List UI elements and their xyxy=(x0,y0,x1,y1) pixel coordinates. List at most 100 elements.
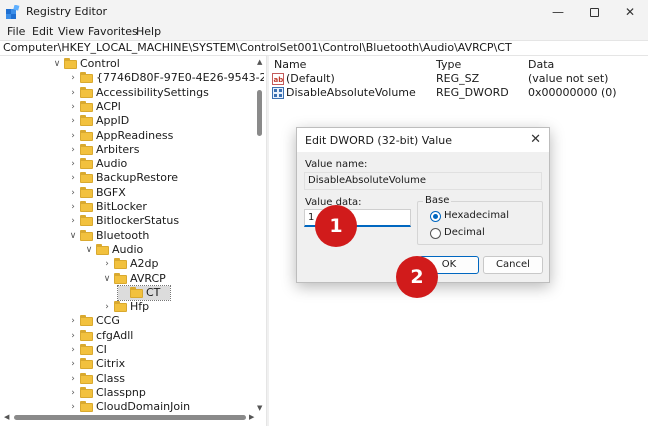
chevron-right-icon[interactable]: › xyxy=(68,200,78,214)
decimal-radio[interactable] xyxy=(430,228,441,239)
menu-view[interactable]: View xyxy=(58,25,84,38)
step-2-callout: 2 xyxy=(396,256,438,298)
tree-item[interactable]: › AppReadiness xyxy=(68,129,264,143)
value-data: 0x00000000 (0) xyxy=(528,86,617,99)
tree-item[interactable]: › CCG xyxy=(68,314,264,328)
chevron-right-icon[interactable]: › xyxy=(68,357,78,371)
chevron-right-icon[interactable]: › xyxy=(68,214,78,228)
chevron-right-icon[interactable]: › xyxy=(68,86,78,100)
menu-file[interactable]: File xyxy=(7,25,25,38)
scroll-up-icon[interactable]: ▲ xyxy=(257,58,262,66)
folder-icon xyxy=(80,100,93,112)
tree-item-label: CI xyxy=(96,343,107,356)
chevron-down-icon[interactable]: ∨ xyxy=(84,243,94,257)
tree-item[interactable]: › BGFX xyxy=(68,186,264,200)
tree-item[interactable]: › CloudDomainJoin xyxy=(68,400,264,414)
chevron-right-icon[interactable]: › xyxy=(68,129,78,143)
tree-item[interactable]: ∨ Control xyxy=(52,57,264,71)
folder-icon xyxy=(80,129,93,141)
tree-item[interactable]: › Arbiters xyxy=(68,143,264,157)
dialog-close-icon[interactable]: ✕ xyxy=(530,132,541,147)
folder-icon xyxy=(80,72,93,84)
pane-splitter[interactable] xyxy=(266,56,269,426)
tree-item[interactable]: › Class xyxy=(68,372,264,386)
menu-help[interactable]: Help xyxy=(136,25,161,38)
minimize-button[interactable]: — xyxy=(540,0,576,24)
tree-vertical-scrollbar[interactable] xyxy=(257,90,262,136)
tree-item-label: Arbiters xyxy=(96,142,140,156)
maximize-button[interactable] xyxy=(576,0,612,24)
tree-item-label: Classpnp xyxy=(96,385,146,399)
tree-item[interactable]: › Hfp xyxy=(102,300,264,314)
tree-item[interactable]: › Audio xyxy=(68,157,264,171)
minimize-icon: — xyxy=(552,5,564,19)
folder-icon xyxy=(80,86,93,98)
chevron-right-icon[interactable]: › xyxy=(102,300,112,314)
chevron-right-icon[interactable]: › xyxy=(68,114,78,128)
tree-item[interactable]: › AppID xyxy=(68,114,264,128)
close-button[interactable]: ✕ xyxy=(612,0,648,24)
tree-item[interactable]: › AccessibilitySettings xyxy=(68,86,264,100)
tree-item[interactable]: ∨ AVRCP xyxy=(102,272,264,286)
tree-item[interactable]: › Citrix xyxy=(68,357,264,371)
column-data[interactable]: Data xyxy=(528,58,554,71)
tree-item-label: CT xyxy=(146,285,161,299)
value-name: (Default) xyxy=(286,72,335,85)
menu-favorites[interactable]: Favorites xyxy=(88,25,138,38)
chevron-right-icon[interactable]: › xyxy=(68,143,78,157)
value-type: REG_SZ xyxy=(436,72,480,85)
chevron-right-icon[interactable]: › xyxy=(68,157,78,171)
address-bar[interactable]: Computer\HKEY_LOCAL_MACHINE\SYSTEM\Contr… xyxy=(0,40,648,56)
value-name: DisableAbsoluteVolume xyxy=(286,86,416,99)
tree-item[interactable]: CT xyxy=(117,284,171,301)
hexadecimal-radio[interactable] xyxy=(430,211,441,222)
cancel-button[interactable]: Cancel xyxy=(483,256,543,274)
scroll-right-icon[interactable]: ▶ xyxy=(249,413,254,421)
tree-item-label: AccessibilitySettings xyxy=(96,85,209,99)
step-1-callout: 1 xyxy=(315,205,357,247)
tree-horizontal-scrollbar[interactable] xyxy=(14,415,246,420)
tree-item-label: AVRCP xyxy=(130,271,166,285)
chevron-right-icon[interactable]: › xyxy=(68,186,78,200)
tree-item[interactable]: › BitlockerStatus xyxy=(68,214,264,228)
chevron-right-icon[interactable]: › xyxy=(68,372,78,386)
tree-item-label: Bluetooth xyxy=(96,228,150,242)
tree-item[interactable]: ∨ Bluetooth xyxy=(68,229,264,243)
chevron-down-icon[interactable]: ∨ xyxy=(102,272,112,286)
column-name[interactable]: Name xyxy=(274,58,306,71)
value-name-field[interactable]: DisableAbsoluteVolume xyxy=(304,172,542,190)
tree-item[interactable]: › ACPI xyxy=(68,100,264,114)
chevron-down-icon[interactable]: ∨ xyxy=(68,229,78,243)
chevron-right-icon[interactable]: › xyxy=(68,100,78,114)
chevron-right-icon[interactable]: › xyxy=(68,400,78,414)
chevron-down-icon[interactable]: ∨ xyxy=(52,57,62,71)
registry-editor-icon xyxy=(6,5,20,19)
scroll-down-icon[interactable]: ▼ xyxy=(257,404,262,412)
tree-item[interactable]: › BackupRestore xyxy=(68,171,264,185)
chevron-right-icon[interactable]: › xyxy=(102,257,112,271)
tree-item[interactable]: › cfgAdll xyxy=(68,329,264,343)
menu-bar: File Edit View Favorites Help xyxy=(0,24,648,40)
chevron-right-icon[interactable]: › xyxy=(68,329,78,343)
chevron-right-icon[interactable]: › xyxy=(68,71,78,85)
chevron-right-icon[interactable]: › xyxy=(68,343,78,357)
tree-item[interactable]: ∨ Audio xyxy=(84,243,264,257)
chevron-right-icon[interactable]: › xyxy=(68,386,78,400)
column-type[interactable]: Type xyxy=(436,58,461,71)
hexadecimal-label[interactable]: Hexadecimal xyxy=(444,210,509,221)
folder-icon xyxy=(80,158,93,170)
tree-item[interactable]: › BitLocker xyxy=(68,200,264,214)
chevron-right-icon[interactable]: › xyxy=(68,171,78,185)
list-row[interactable]: DisableAbsoluteVolume REG_DWORD 0x000000… xyxy=(270,86,648,100)
chevron-right-icon[interactable]: › xyxy=(68,314,78,328)
decimal-label[interactable]: Decimal xyxy=(444,227,485,238)
tree-item[interactable]: › A2dp xyxy=(102,257,264,271)
scroll-left-icon[interactable]: ◀ xyxy=(4,413,9,421)
tree-item[interactable]: › Classpnp xyxy=(68,386,264,400)
binary-value-icon xyxy=(272,87,284,99)
list-row[interactable]: ab (Default) REG_SZ (value not set) xyxy=(270,72,648,86)
menu-edit[interactable]: Edit xyxy=(32,25,53,38)
tree-item[interactable]: › CI xyxy=(68,343,264,357)
title-bar: Registry Editor — ✕ xyxy=(0,0,648,24)
tree-item[interactable]: › {7746D80F-97E0-4E26-9543-26B41FC2 xyxy=(68,71,264,85)
